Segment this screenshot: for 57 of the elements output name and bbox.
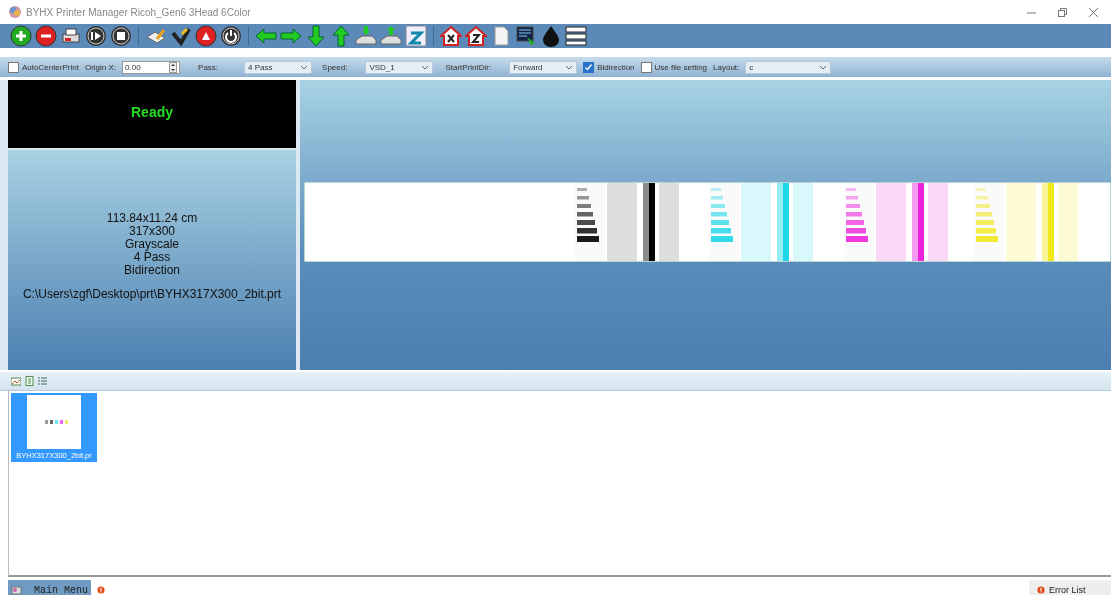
bidirection-label: Bidirection — [597, 62, 635, 72]
window-title: BYHX Printer Manager Ricoh_Gen6 3Head 6Color — [26, 6, 251, 18]
menu-icon — [11, 584, 22, 595]
error-icon — [1037, 586, 1045, 594]
monitor-icon[interactable] — [515, 25, 537, 47]
layout-label: Layout: — [713, 62, 740, 72]
image-view-icon[interactable] — [11, 376, 21, 386]
caret-icon — [421, 64, 430, 70]
error-list-tab[interactable]: Error List — [1029, 580, 1111, 595]
use-file-setting-label: Use file setting — [654, 62, 708, 72]
app-logo-icon — [8, 5, 22, 19]
play-pause-icon[interactable] — [85, 25, 107, 47]
job-info-text: 113.84x11.24 cm — [106, 212, 198, 225]
job-info-text: Bidirection — [124, 264, 180, 277]
caret-icon — [819, 64, 828, 70]
close-icon[interactable] — [1088, 6, 1099, 18]
use-file-setting-checkbox[interactable] — [640, 61, 652, 73]
file-path-text: C:\Users\zgf\Desktop\prt\BYHX317X300_2bit.prt — [22, 288, 282, 301]
house-x-icon[interactable] — [440, 25, 462, 47]
left-arrow-icon[interactable] — [255, 25, 277, 47]
add-icon[interactable] — [10, 25, 32, 47]
speed-dropdown[interactable]: VSD_1 — [365, 60, 434, 74]
origin-x-field[interactable]: 0.00 — [122, 60, 181, 74]
speed-label: Speed: — [322, 62, 348, 72]
start-print-dir-dropdown[interactable]: Forward — [509, 60, 578, 74]
auto-center-print-checkbox[interactable] — [8, 61, 19, 73]
down-arrow-icon[interactable] — [305, 25, 327, 47]
tray-down-icon[interactable] — [355, 25, 377, 47]
ink-drop-icon[interactable] — [540, 25, 562, 47]
job-info-text: 4 Pass — [133, 251, 171, 264]
check-icon — [584, 62, 594, 72]
layout-dropdown[interactable]: c — [745, 60, 832, 74]
remove-icon[interactable] — [35, 25, 57, 47]
up-arrow-icon[interactable] — [330, 25, 352, 47]
z-icon[interactable] — [405, 25, 427, 47]
auto-center-print-label: AutoCenterPrint — [22, 62, 79, 72]
status-text: Ready — [131, 104, 173, 120]
job-info-text: 317x300 — [128, 225, 175, 238]
pass-dropdown[interactable]: 4 Pass — [244, 60, 313, 74]
caret-icon — [565, 64, 574, 70]
right-arrow-icon[interactable] — [280, 25, 302, 47]
caret-icon — [300, 64, 309, 70]
restore-icon[interactable] — [1057, 6, 1068, 18]
tray-up-icon[interactable] — [380, 25, 402, 47]
spinner-icon[interactable] — [169, 61, 178, 73]
origin-x-label: Origin X: — [84, 62, 117, 72]
bidirection-checkbox[interactable] — [583, 61, 595, 73]
pass-label: Pass: — [198, 62, 219, 72]
power-icon[interactable] — [220, 25, 242, 47]
stack-icon[interactable] — [565, 25, 587, 47]
house-z-icon[interactable] — [465, 25, 487, 47]
document-view-icon[interactable] — [25, 376, 34, 386]
main-menu-tab[interactable]: Main Menu — [8, 580, 91, 595]
start-print-dir-label: StartPrintDir: — [445, 62, 492, 72]
stop-icon[interactable] — [110, 25, 132, 47]
job-info-text: Grayscale — [125, 238, 179, 251]
thumbnail-image — [27, 395, 81, 449]
